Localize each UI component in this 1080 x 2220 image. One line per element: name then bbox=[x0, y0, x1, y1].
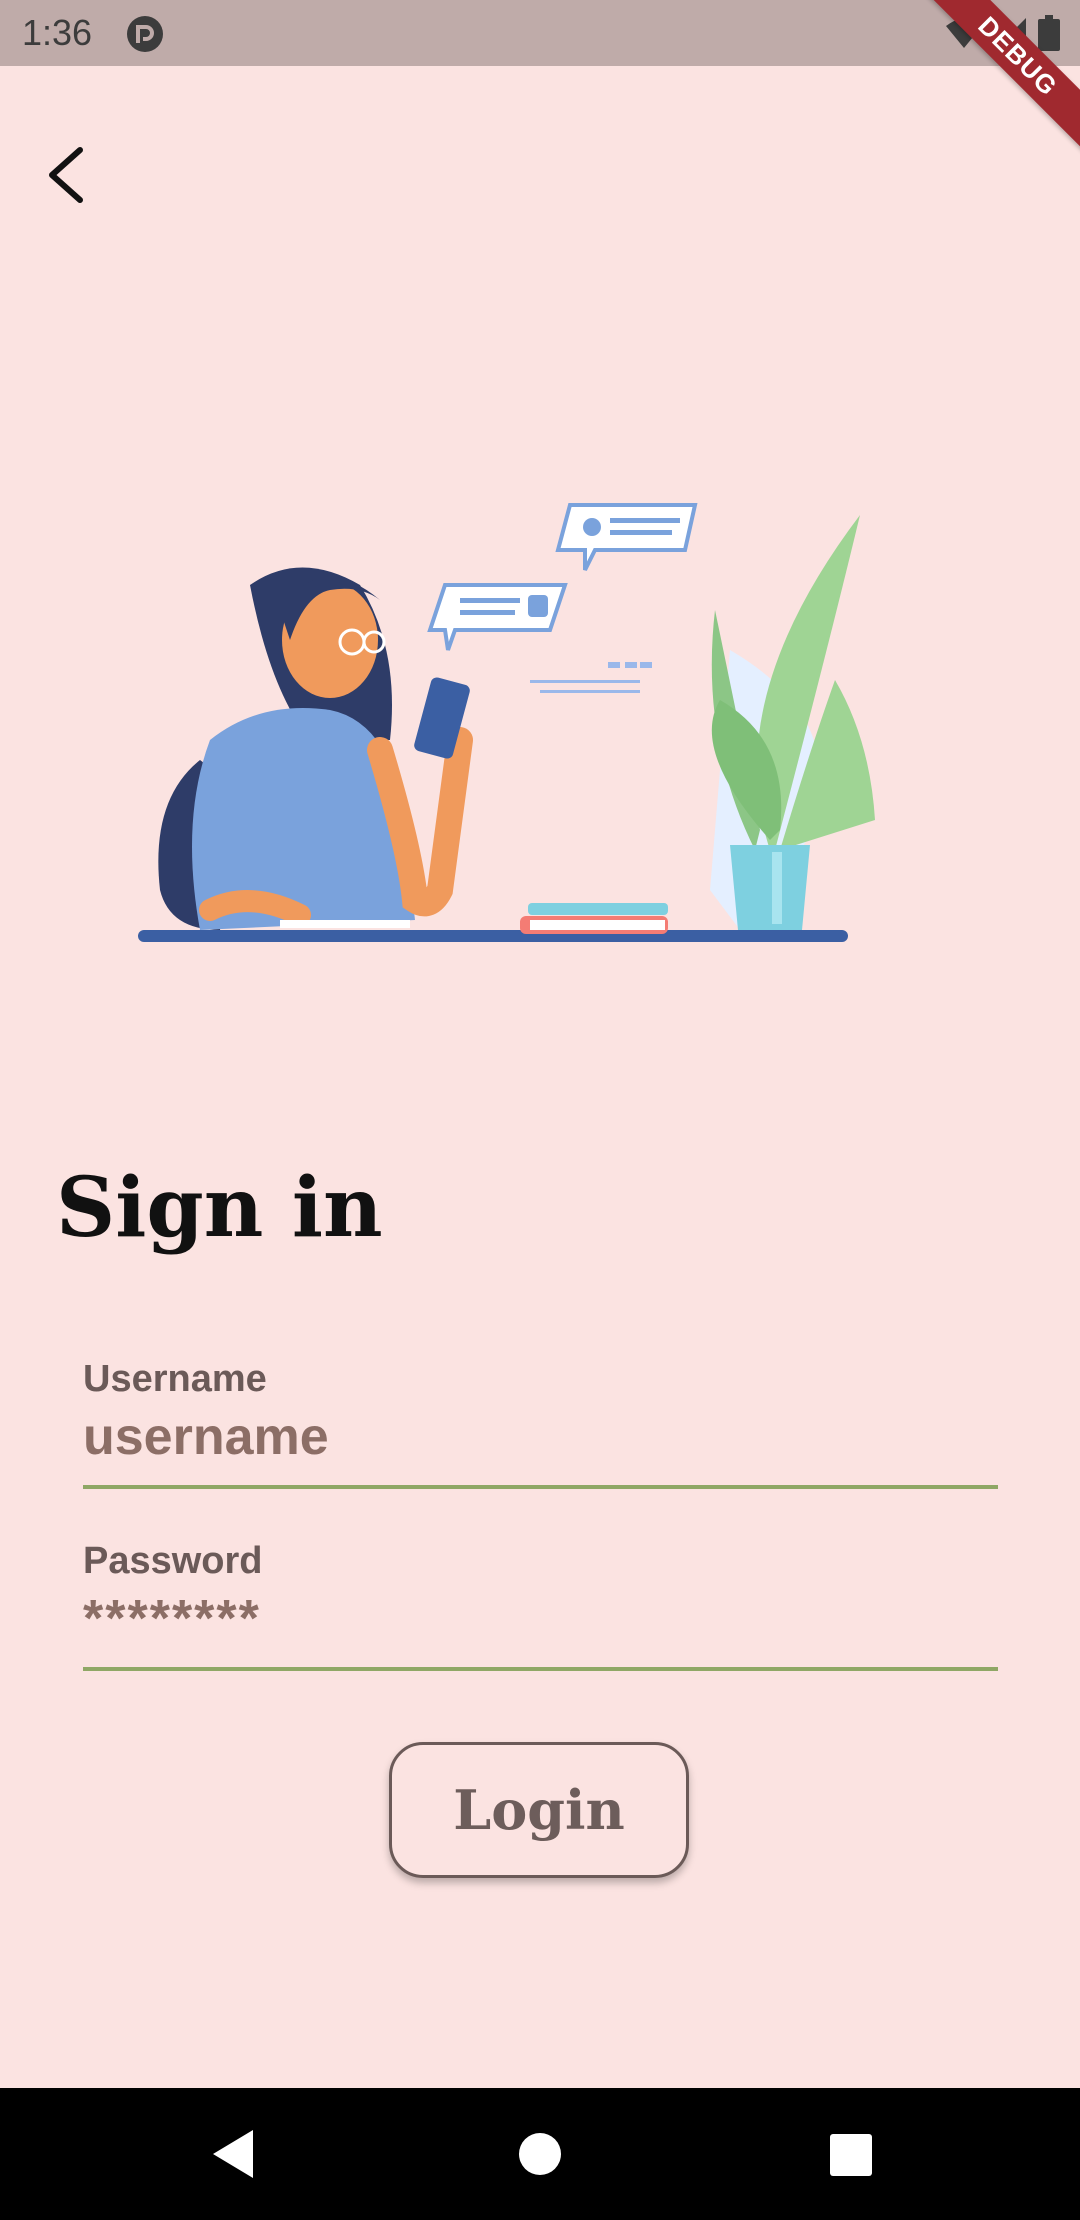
back-arrow-icon[interactable] bbox=[30, 130, 106, 220]
password-field: Password bbox=[83, 1540, 998, 1671]
woman-reading-phone-illustration bbox=[138, 503, 875, 942]
nav-home-icon[interactable] bbox=[510, 2124, 570, 2184]
nav-bar bbox=[0, 2088, 1080, 2220]
username-label: Username bbox=[83, 1358, 267, 1400]
password-input[interactable] bbox=[83, 1583, 998, 1671]
nav-back-icon[interactable] bbox=[205, 2124, 265, 2184]
status-bar: 1:36 DEBUG bbox=[0, 0, 1080, 155]
username-input[interactable] bbox=[83, 1401, 998, 1489]
battery-icon bbox=[1038, 15, 1060, 51]
status-time: 1:36 bbox=[22, 12, 93, 53]
login-button[interactable]: Login bbox=[389, 1742, 689, 1878]
nav-recents-icon[interactable] bbox=[820, 2124, 880, 2184]
app-notification-icon bbox=[127, 16, 163, 52]
page-title: Sign in bbox=[56, 1160, 383, 1256]
username-field: Username bbox=[83, 1358, 998, 1489]
password-label: Password bbox=[83, 1540, 263, 1582]
